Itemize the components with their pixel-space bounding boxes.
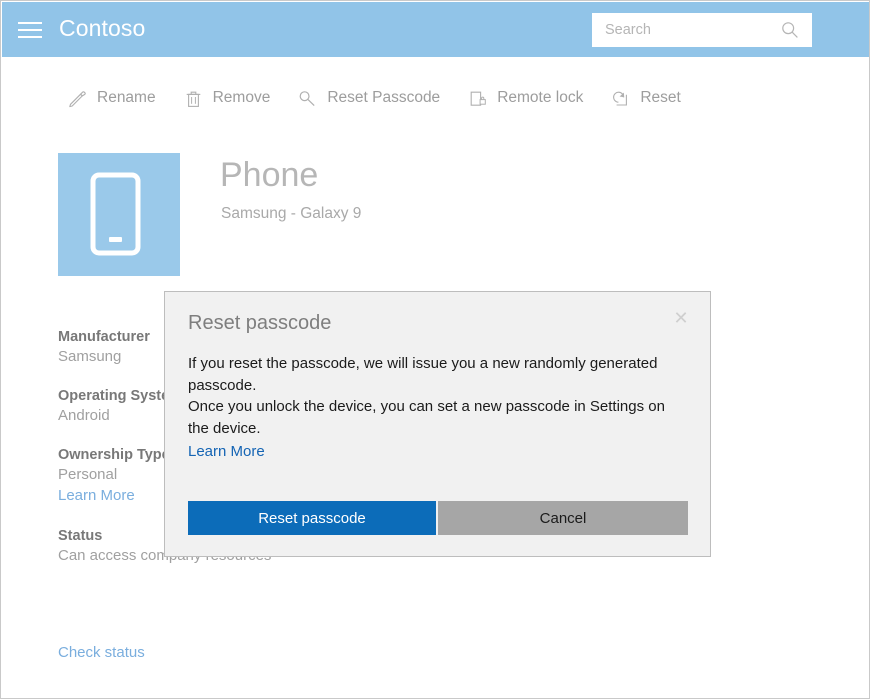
- remove-button[interactable]: Remove: [183, 88, 271, 109]
- dialog-paragraph-2: Once you unlock the device, you can set …: [188, 396, 688, 439]
- device-model-subtitle: Samsung - Galaxy 9: [221, 205, 361, 223]
- reset-arrow-icon: [610, 88, 631, 109]
- app-brand-title: Contoso: [59, 15, 145, 42]
- ownership-learn-more-link[interactable]: Learn More: [58, 487, 135, 504]
- trash-icon: [183, 88, 204, 109]
- reset-passcode-label: Reset Passcode: [327, 89, 440, 107]
- page-title: Phone: [220, 156, 318, 195]
- reset-passcode-confirm-button[interactable]: Reset passcode: [188, 501, 436, 535]
- screen-lock-icon: [467, 88, 488, 109]
- dialog-body: If you reset the passcode, we will issue…: [188, 353, 688, 463]
- check-status-link[interactable]: Check status: [58, 644, 145, 661]
- dialog-actions: Reset passcode Cancel: [188, 501, 688, 535]
- reset-passcode-dialog: Reset passcode ✕ If you reset the passco…: [164, 291, 711, 557]
- app-header: Contoso: [2, 2, 870, 57]
- remove-label: Remove: [213, 89, 271, 107]
- phone-icon: [58, 153, 180, 276]
- cancel-button[interactable]: Cancel: [438, 501, 688, 535]
- search-input[interactable]: [592, 13, 777, 47]
- reset-passcode-button[interactable]: Reset Passcode: [297, 88, 440, 109]
- dialog-learn-more-link[interactable]: Learn More: [188, 441, 265, 463]
- device-tile: [58, 153, 180, 276]
- close-icon[interactable]: ✕: [670, 307, 692, 329]
- remote-lock-label: Remote lock: [497, 89, 583, 107]
- rename-button[interactable]: Rename: [67, 88, 156, 109]
- hamburger-icon[interactable]: [18, 20, 42, 40]
- search-icon[interactable]: [781, 21, 799, 39]
- dialog-paragraph-1: If you reset the passcode, we will issue…: [188, 353, 688, 396]
- action-toolbar: Rename Remove Reset Passcode: [67, 83, 708, 113]
- search-box[interactable]: [592, 13, 812, 47]
- pencil-icon: [67, 88, 88, 109]
- key-icon: [297, 88, 318, 109]
- app-window: Contoso Rename Remov: [0, 0, 870, 699]
- reset-label: Reset: [640, 89, 681, 107]
- remote-lock-button[interactable]: Remote lock: [467, 88, 583, 109]
- rename-label: Rename: [97, 89, 156, 107]
- dialog-title: Reset passcode: [188, 312, 331, 335]
- reset-button[interactable]: Reset: [610, 88, 681, 109]
